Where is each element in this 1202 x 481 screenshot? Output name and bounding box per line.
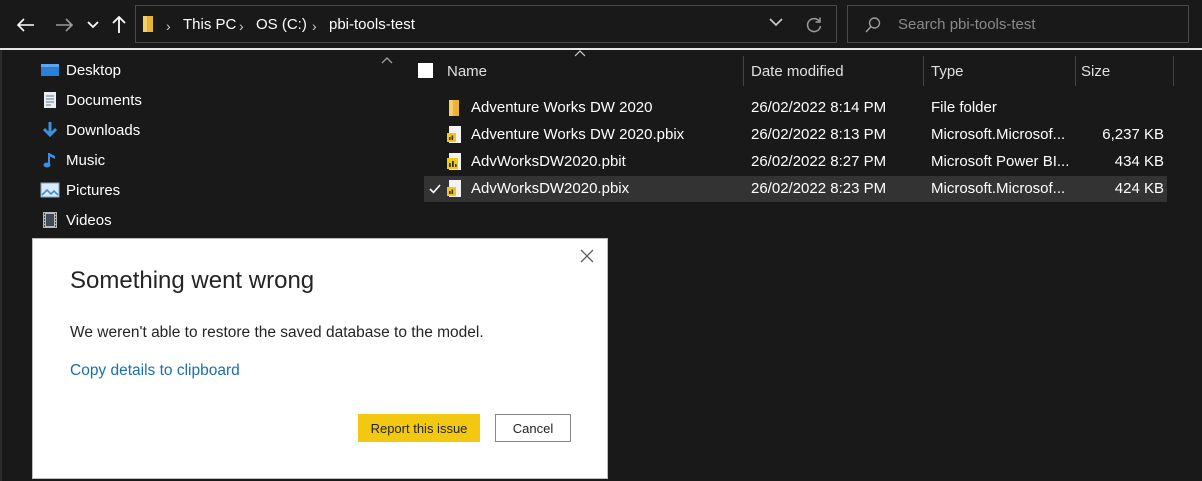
file-name: Adventure Works DW 2020.pbix [471,126,685,143]
documents-icon [40,91,60,109]
sidebar-item-label: Videos [66,211,112,229]
up-button[interactable] [108,12,130,38]
close-icon[interactable] [579,248,595,264]
row-checkbox-checked[interactable] [428,182,442,196]
report-issue-button[interactable]: Report this issue [358,414,480,442]
file-date-modified: 26/02/2022 8:23 PM [751,180,887,197]
dialog-title: Something went wrong [70,267,315,294]
file-date-modified: 26/02/2022 8:14 PM [751,99,887,116]
file-row[interactable]: AdvWorksDW2020.pbit 26/02/2022 8:27 PM M… [424,149,1167,175]
sidebar-item-desktop[interactable]: Desktop [40,58,121,82]
file-row-selected[interactable]: AdvWorksDW2020.pbix 26/02/2022 8:23 PM M… [424,176,1167,202]
breadcrumb-os-drive[interactable]: OS (C:) [256,16,307,33]
videos-icon [40,211,60,229]
breadcrumb-current-folder[interactable]: pbi-tools-test [329,16,415,33]
search-icon [865,17,881,33]
chevron-down-icon [87,21,99,29]
breadcrumb-this-pc[interactable]: This PC [183,16,236,33]
pbix-file-icon [447,126,461,143]
file-type: File folder [931,99,997,116]
sidebar-item-music[interactable]: Music [40,148,105,172]
column-header-name[interactable]: Name [447,56,737,86]
column-divider[interactable] [923,56,924,86]
arrow-right-icon [56,18,73,32]
column-header-date-modified[interactable]: Date modified [751,56,916,86]
select-all-checkbox[interactable] [418,63,433,78]
sidebar-item-label: Music [66,151,106,169]
file-name: AdvWorksDW2020.pbix [471,180,630,197]
cancel-button[interactable]: Cancel [495,414,571,442]
sidebar-item-videos[interactable]: Videos [40,208,112,232]
scroll-up-icon[interactable] [381,56,393,64]
column-divider[interactable] [1075,56,1076,86]
sidebar-item-label: Downloads [66,121,141,139]
search-input[interactable]: Search pbi-tools-test [898,16,1036,33]
refresh-icon[interactable] [805,16,823,34]
folder-icon [143,16,153,32]
desktop-icon [40,61,60,79]
dialog-message: We weren't able to restore the saved dat… [70,324,484,341]
arrow-left-icon [17,18,34,32]
column-divider[interactable] [1173,56,1174,86]
arrow-up-icon [112,16,126,33]
music-icon [40,151,60,169]
file-type: Microsoft.Microsof... [931,180,1066,197]
sidebar-item-downloads[interactable]: Downloads [40,118,140,142]
address-toolbar: › This PC › OS (C:) › pbi-tools-test Sea… [0,0,1202,50]
column-header-type[interactable]: Type [931,56,1071,86]
search-box[interactable]: Search pbi-tools-test [847,5,1189,43]
pbit-file-icon [447,153,461,170]
address-bar[interactable]: › This PC › OS (C:) › pbi-tools-test [135,5,837,43]
file-size: 424 KB [1114,180,1164,197]
breadcrumb-separator: › [239,18,244,34]
sidebar-item-documents[interactable]: Documents [40,88,142,112]
file-size: 6,237 KB [1102,126,1164,143]
navigation-pane-edge [0,50,2,481]
file-date-modified: 26/02/2022 8:13 PM [751,126,887,143]
sidebar-item-label: Documents [66,91,142,109]
file-date-modified: 26/02/2022 8:27 PM [751,153,887,170]
file-type: Microsoft Power BI... [931,153,1070,170]
file-size: 434 KB [1114,153,1164,170]
downloads-icon [40,121,60,139]
pbix-file-icon [447,180,461,197]
file-name: AdvWorksDW2020.pbit [471,153,626,170]
sidebar-item-label: Pictures [66,181,121,199]
back-button[interactable] [14,12,38,38]
column-divider[interactable] [743,56,744,86]
breadcrumb-separator: › [312,18,317,34]
sidebar-item-pictures[interactable]: Pictures [40,178,120,202]
pictures-icon [40,181,60,199]
sidebar-item-label: Desktop [66,61,122,79]
error-dialog: Something went wrong We weren't able to … [32,238,608,479]
breadcrumb-separator: › [166,18,171,34]
file-row[interactable]: Adventure Works DW 2020 26/02/2022 8:14 … [424,95,1167,121]
forward-button[interactable] [52,12,76,38]
folder-icon [449,100,459,116]
copy-details-link[interactable]: Copy details to clipboard [70,362,240,380]
chevron-down-icon[interactable] [769,18,783,27]
recent-locations-button[interactable] [84,12,102,38]
file-type: Microsoft.Microsof... [931,126,1066,143]
column-header-size[interactable]: Size [1081,56,1166,86]
file-row[interactable]: Adventure Works DW 2020.pbix 26/02/2022 … [424,122,1167,148]
file-name: Adventure Works DW 2020 [471,99,653,116]
